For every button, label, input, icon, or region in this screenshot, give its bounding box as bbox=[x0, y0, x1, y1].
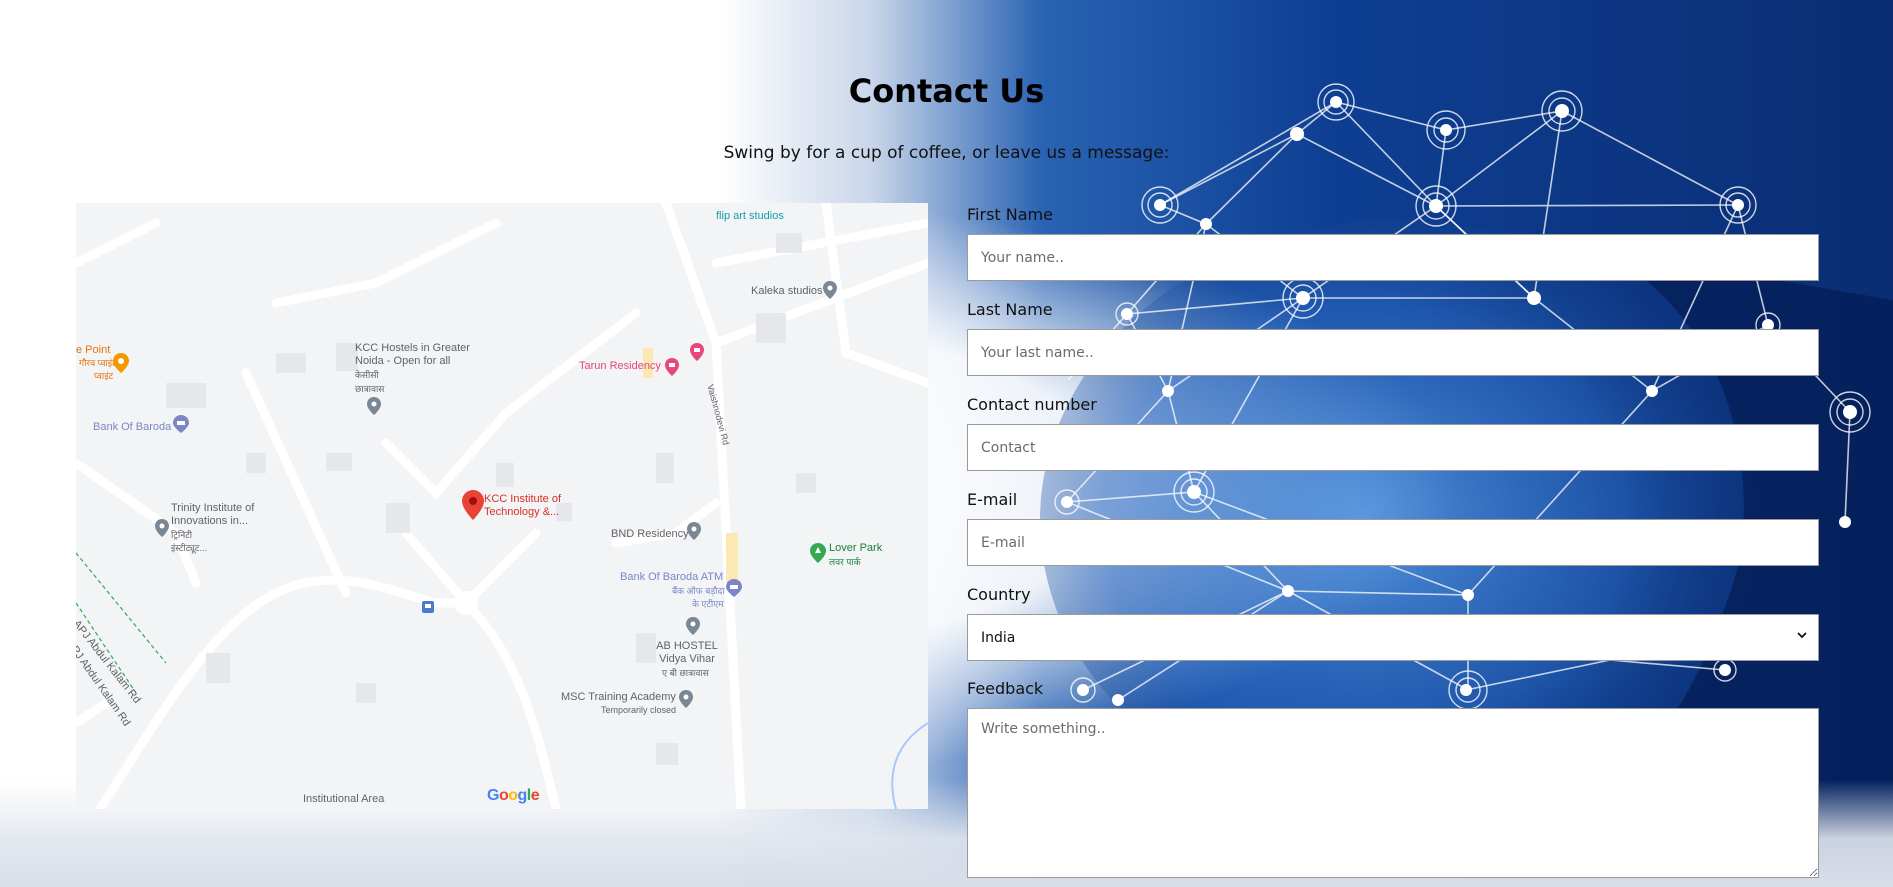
embedded-map[interactable]: flip art studios Kaleka studios KCC Host… bbox=[76, 203, 928, 809]
location-pin-icon[interactable] bbox=[113, 353, 129, 373]
location-pin-icon[interactable] bbox=[687, 522, 701, 540]
map-label-kcc-hostels-hindi: केसीसी bbox=[355, 370, 379, 380]
map-label-lover-park[interactable]: Lover Park bbox=[829, 542, 882, 555]
country-select-wrapper: India bbox=[967, 614, 1819, 661]
map-label-kcc-hostels[interactable]: KCC Hostels in Greater Noida - Open for … bbox=[355, 342, 475, 368]
location-pin-icon[interactable] bbox=[367, 397, 381, 415]
first-name-label: First Name bbox=[967, 205, 1053, 224]
email-input[interactable] bbox=[967, 519, 1819, 566]
location-pin-icon[interactable] bbox=[823, 281, 837, 299]
email-label: E-mail bbox=[967, 490, 1018, 509]
map-label-ab-hostel[interactable]: AB HOSTEL Vidya Vihar bbox=[652, 640, 722, 666]
contact-number-input[interactable] bbox=[967, 424, 1819, 471]
last-name-label: Last Name bbox=[967, 300, 1053, 319]
map-label-kaleka-studios[interactable]: Kaleka studios bbox=[751, 285, 823, 298]
map-label-atm-hindi-1: बैंक ऑफ बड़ौदा bbox=[672, 586, 725, 596]
google-logo: Google bbox=[487, 787, 540, 804]
bank-icon[interactable] bbox=[173, 415, 189, 433]
map-label-bank-of-baroda[interactable]: Bank Of Baroda bbox=[93, 421, 171, 434]
map-label-e-point-hindi-1: गौरव प्वाइंट bbox=[79, 358, 117, 368]
page-subtitle: Swing by for a cup of coffee, or leave u… bbox=[723, 143, 1170, 163]
feedback-label: Feedback bbox=[967, 679, 1044, 698]
map-label-msc-training-academy[interactable]: MSC Training Academy bbox=[561, 691, 676, 704]
map-label-kcc-hostels-hindi-2: छात्रावास bbox=[355, 384, 385, 394]
map-label-tarun-residency[interactable]: Tarun Residency bbox=[579, 360, 661, 373]
map-label-ab-hostel-hindi: ए बी छात्रावास bbox=[662, 668, 709, 678]
country-select[interactable]: India bbox=[967, 614, 1819, 661]
hotel-icon[interactable] bbox=[690, 343, 704, 361]
map-label-bank-of-baroda-atm[interactable]: Bank Of Baroda ATM bbox=[620, 571, 723, 584]
bank-icon[interactable] bbox=[726, 579, 742, 597]
hotel-icon[interactable] bbox=[665, 358, 679, 376]
map-label-lover-park-hindi: लवर पार्क bbox=[829, 557, 861, 567]
map-label-e-point[interactable]: e Point bbox=[76, 344, 110, 357]
bus-stop-icon[interactable] bbox=[422, 601, 434, 613]
map-label-kcc-institute[interactable]: KCC Institute of Technology &... bbox=[484, 493, 584, 519]
location-pin-icon[interactable] bbox=[155, 519, 169, 537]
map-label-institutional-area: Institutional Area bbox=[303, 793, 385, 805]
page-title: Contact Us bbox=[848, 72, 1045, 110]
park-icon[interactable] bbox=[810, 543, 826, 563]
map-label-bnd-residency[interactable]: BND Residency bbox=[611, 528, 689, 541]
country-label: Country bbox=[967, 585, 1031, 604]
first-name-input[interactable] bbox=[967, 234, 1819, 281]
location-pin-icon[interactable] bbox=[686, 617, 700, 635]
map-label-flip-art-studios[interactable]: flip art studios bbox=[716, 210, 784, 223]
map-label-temporarily-closed: Temporarily closed bbox=[601, 705, 677, 715]
map-label-trinity-hindi-2: इंस्टीट्यूट... bbox=[171, 543, 207, 553]
map-label-trinity-institute[interactable]: Trinity Institute of Innovations in... bbox=[171, 502, 271, 528]
location-pin-icon[interactable] bbox=[462, 490, 484, 520]
contact-number-label: Contact number bbox=[967, 395, 1097, 414]
map-label-e-point-hindi-2: प्वाइंट bbox=[94, 371, 114, 381]
map-label-trinity-hindi-1: ट्रिनिटी bbox=[171, 530, 193, 540]
chevron-down-icon bbox=[1797, 632, 1807, 639]
feedback-textarea[interactable] bbox=[967, 708, 1819, 878]
map-label-atm-hindi-2: के एटीएम bbox=[692, 599, 724, 609]
last-name-input[interactable] bbox=[967, 329, 1819, 376]
location-pin-icon[interactable] bbox=[679, 690, 693, 708]
